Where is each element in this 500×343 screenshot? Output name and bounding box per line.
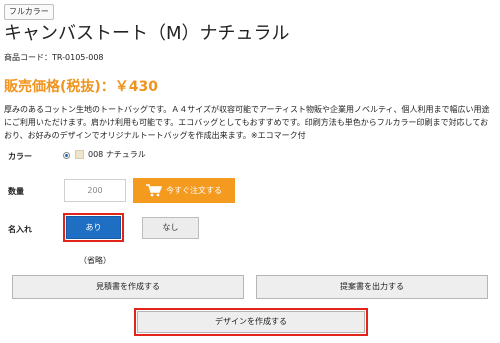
naire-label: 名入れ (8, 225, 32, 234)
cart-icon (146, 184, 162, 197)
color-option-label: 008 ナチュラル (88, 150, 146, 159)
price-label: 販売価格(税抜)： (4, 79, 115, 95)
create-design-button[interactable]: デザインを作成する (137, 311, 365, 333)
category-badge: フルカラー (4, 4, 54, 20)
color-radio[interactable] (63, 152, 70, 159)
naire-yes-button[interactable]: あり (66, 216, 121, 239)
price-value: ￥430 (114, 79, 159, 95)
quantity-input[interactable]: 200 (64, 179, 126, 202)
create-estimate-button[interactable]: 見積書を作成する (12, 275, 244, 299)
order-now-label: 今すぐ注文する (166, 186, 222, 195)
naire-no-button[interactable]: なし (142, 217, 199, 239)
product-code-label: 商品コード： (4, 53, 52, 62)
price: 販売価格(税抜)：￥430 (4, 79, 158, 96)
product-description: 厚みのあるコットン生地のトートバッグです。Ａ４サイズが収容可能でアーティスト物販… (4, 105, 490, 140)
color-label: カラー (8, 152, 32, 161)
omitted-note: （省略） (79, 256, 111, 265)
quantity-label: 数量 (8, 187, 24, 196)
radio-selected-dot (65, 154, 68, 157)
product-code: 商品コード：TR-0105-008 (4, 53, 104, 63)
order-now-button[interactable]: 今すぐ注文する (133, 178, 235, 203)
color-swatch (75, 150, 84, 159)
product-code-value: TR-0105-008 (52, 53, 104, 62)
output-proposal-button[interactable]: 提案書を出力する (256, 275, 488, 299)
product-title: キャンバストート（M）ナチュラル (4, 23, 290, 44)
